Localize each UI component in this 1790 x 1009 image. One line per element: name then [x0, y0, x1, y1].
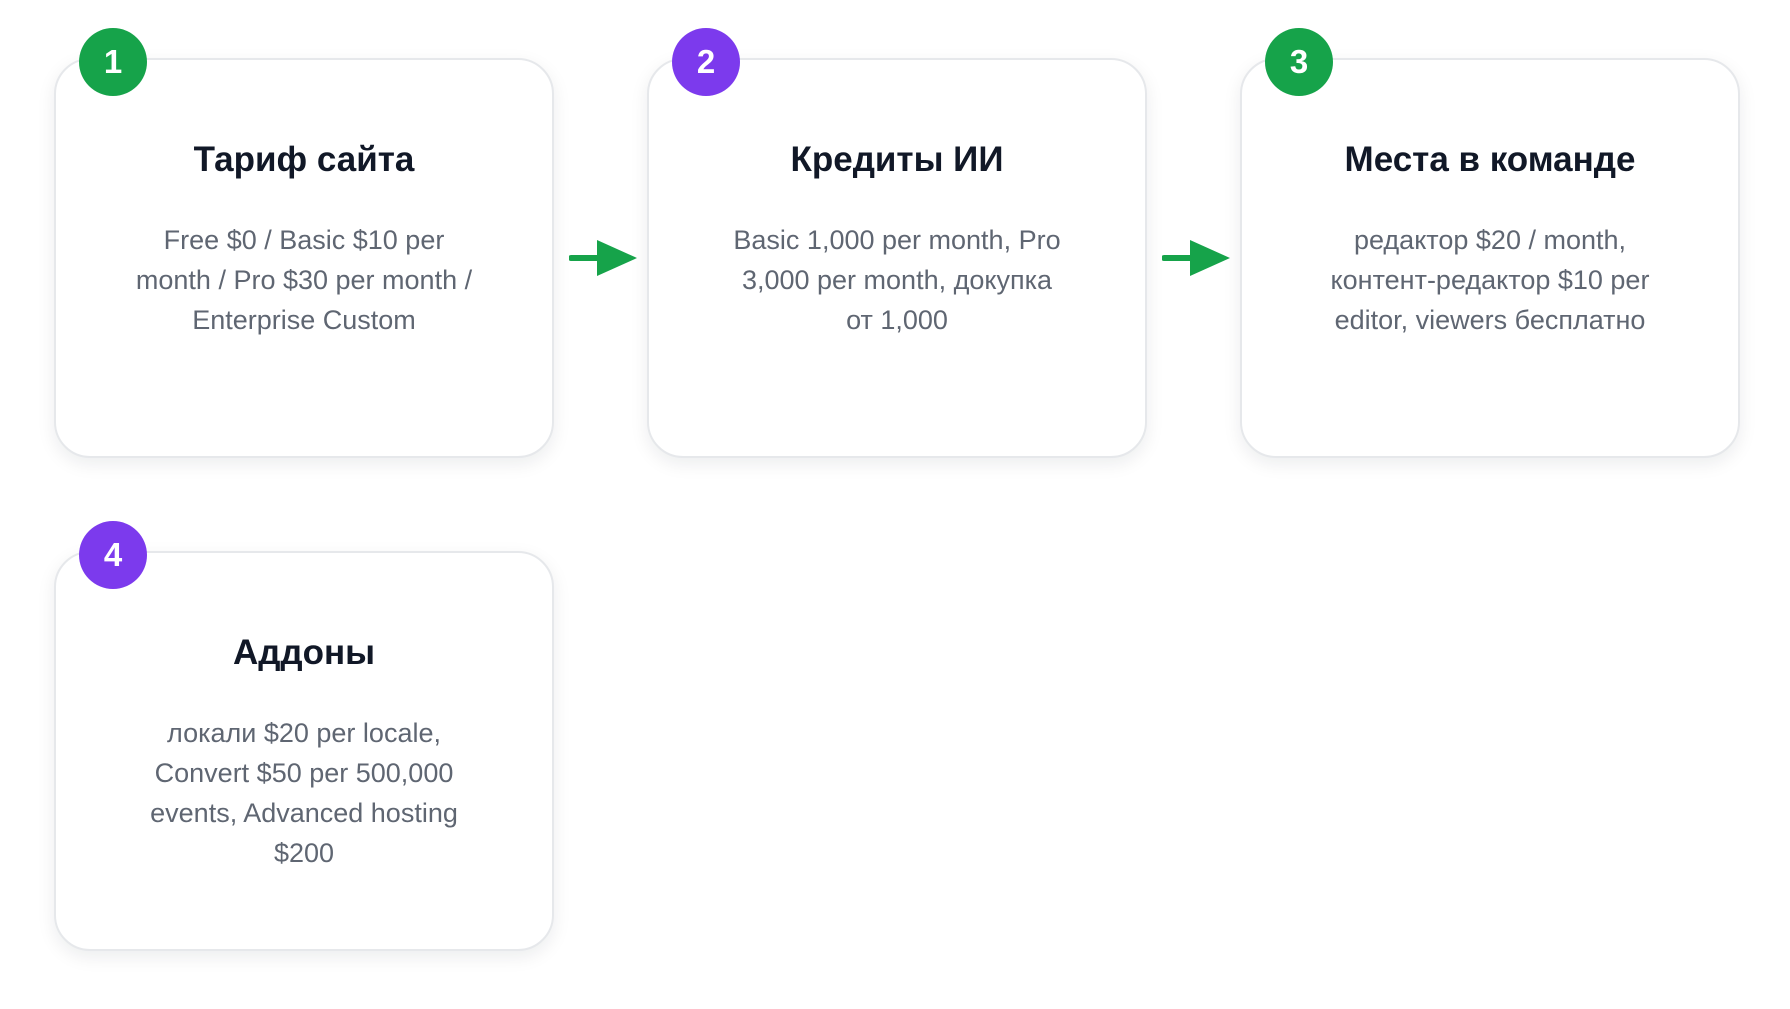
step-title: Аддоны: [232, 633, 376, 672]
step-description: локали $20 per locale, Convert $50 per 5…: [150, 718, 458, 868]
step-description: Free $0 / Basic $10 per month / Pro $30 …: [135, 225, 473, 335]
step-number-badge: 1: [79, 28, 147, 96]
step-title: Тариф сайта: [193, 140, 415, 179]
step-card-4: Аддоны локали $20 per locale, Convert $5…: [54, 551, 554, 951]
arrow-right-icon: [1162, 240, 1230, 276]
arrow-right-icon: [569, 240, 637, 276]
step-number-badge: 3: [1265, 28, 1333, 96]
step-card-2: Кредиты ИИ Basic 1,000 per month, Pro 3,…: [647, 58, 1147, 458]
step-number-badge: 4: [79, 521, 147, 589]
pricing-flow-diagram: Тариф сайта Free $0 / Basic $10 per mont…: [0, 0, 1790, 1009]
step-title: Кредиты ИИ: [790, 140, 1004, 179]
step-card-3: Места в команде редактор $20 / month, ко…: [1240, 58, 1740, 458]
step-card-1: Тариф сайта Free $0 / Basic $10 per mont…: [54, 58, 554, 458]
step-number-badge: 2: [672, 28, 740, 96]
step-description: редактор $20 / month, контент-редактор $…: [1330, 225, 1650, 335]
step-title: Места в команде: [1344, 140, 1636, 179]
step-description: Basic 1,000 per month, Pro 3,000 per mon…: [733, 225, 1061, 335]
